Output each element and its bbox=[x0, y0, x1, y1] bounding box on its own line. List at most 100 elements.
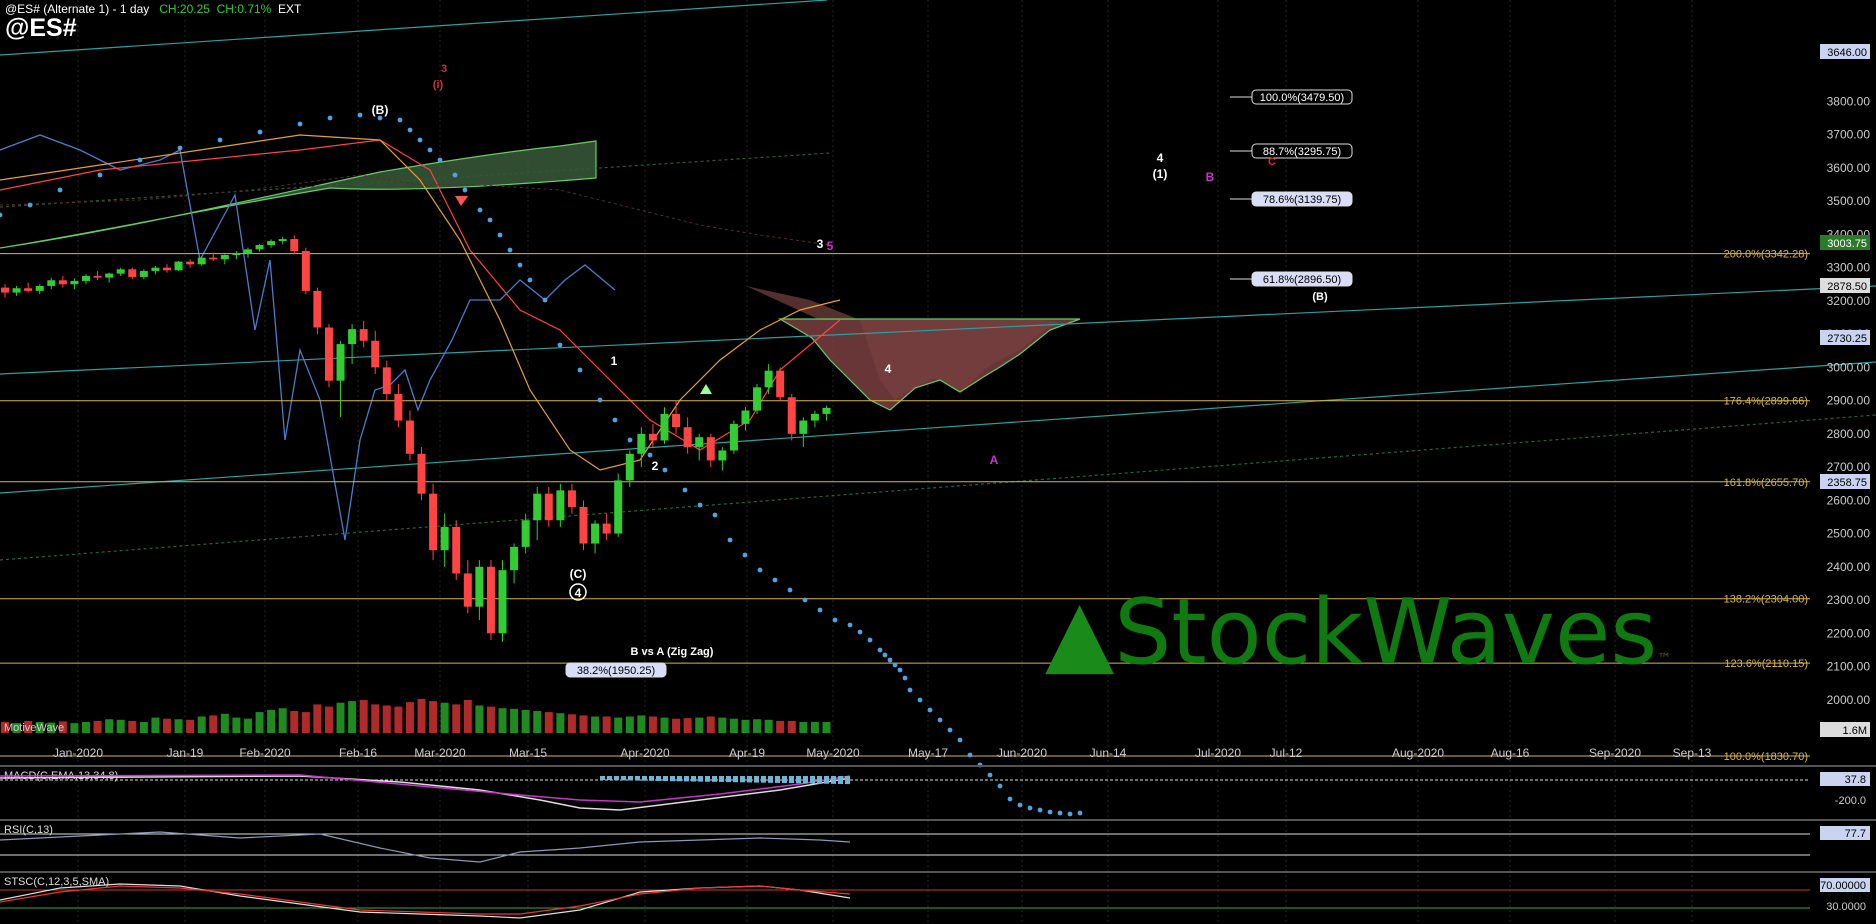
psar-dot bbox=[882, 652, 888, 658]
candle-body bbox=[93, 275, 102, 278]
wave-label: (C) bbox=[570, 567, 587, 581]
psar-dot bbox=[917, 697, 923, 703]
y-tick-label: 3800.00 bbox=[1827, 94, 1871, 108]
macd-histogram-bar bbox=[642, 776, 647, 781]
psar-dot bbox=[452, 172, 458, 178]
volume-bar bbox=[336, 702, 345, 733]
volume-bar bbox=[591, 716, 600, 733]
candle-body bbox=[220, 255, 229, 260]
volume-bar bbox=[394, 706, 403, 733]
candle-body bbox=[822, 407, 831, 414]
volume-bar bbox=[648, 716, 657, 733]
x-tick-label: Jun-14 bbox=[1090, 746, 1127, 760]
rsi-line bbox=[0, 831, 851, 863]
price-tag: 3646.00 bbox=[1827, 47, 1867, 59]
candle-body bbox=[799, 420, 808, 434]
volume-bar bbox=[718, 717, 727, 733]
candle-body bbox=[498, 570, 507, 634]
candle-body bbox=[776, 370, 785, 398]
psar-dot bbox=[437, 157, 443, 163]
candle-body bbox=[637, 433, 646, 454]
psar-dot bbox=[757, 567, 763, 573]
candle-body bbox=[718, 450, 727, 461]
volume-bar bbox=[429, 701, 438, 733]
macd-histogram-bar bbox=[803, 776, 808, 784]
psar-dot bbox=[1017, 802, 1023, 808]
price-tag: 2358.75 bbox=[1827, 477, 1867, 489]
blue-oscillator-line bbox=[0, 134, 616, 541]
price-chart[interactable]: 200.0%(3342.28) 176.4%(2899.66) 161.8%(265… bbox=[0, 0, 1876, 924]
psar-dot bbox=[397, 117, 403, 123]
candle-body bbox=[197, 257, 206, 265]
trend-channel-line bbox=[0, 361, 1876, 494]
psar-dot bbox=[557, 342, 563, 348]
psar-dot bbox=[787, 587, 793, 593]
macd-histogram-bar bbox=[810, 776, 815, 784]
volume-bar bbox=[197, 716, 206, 733]
volume-bar bbox=[324, 706, 333, 733]
candle-body bbox=[787, 397, 796, 434]
x-tick-label: Jul-12 bbox=[1270, 746, 1303, 760]
macd-histogram-bar bbox=[761, 776, 766, 783]
wave-label: 3 bbox=[817, 237, 824, 251]
psar-dot bbox=[742, 552, 748, 558]
psar-dot bbox=[0, 212, 3, 218]
fib-level-label: 161.8%(2655.70) bbox=[1724, 477, 1808, 489]
macd-histogram-bar bbox=[719, 776, 724, 782]
volume-bar bbox=[128, 720, 137, 733]
wave-label: (B) bbox=[1312, 291, 1328, 303]
volume-bar bbox=[371, 704, 380, 733]
macd-histogram-bar bbox=[824, 776, 829, 784]
candle-body bbox=[521, 520, 530, 547]
volume-bar bbox=[348, 701, 357, 733]
price-tag: 1.6M bbox=[1843, 725, 1867, 737]
wave-label: 2 bbox=[652, 459, 659, 473]
candle-body bbox=[47, 280, 56, 286]
y-tick-label: 2400.00 bbox=[1827, 560, 1871, 574]
y-tick-label: 2800.00 bbox=[1827, 427, 1871, 441]
y-tick-label: 2300.00 bbox=[1827, 593, 1871, 607]
candle-body bbox=[567, 490, 576, 507]
candle-body bbox=[475, 566, 484, 607]
candle-body bbox=[359, 329, 368, 341]
psar-dot bbox=[847, 622, 853, 628]
y-tick-label: 2000.00 bbox=[1827, 693, 1871, 707]
wave-label-4: 4 bbox=[575, 586, 582, 600]
symbol-label: @ES# bbox=[5, 14, 77, 42]
indicator-value: 70.00000 bbox=[1820, 880, 1866, 892]
volume-bar bbox=[753, 719, 762, 733]
psar-dot bbox=[217, 137, 223, 143]
psar-dot bbox=[967, 752, 973, 758]
volume-bar bbox=[313, 704, 322, 733]
psar-dot bbox=[957, 737, 963, 743]
psar-dot bbox=[927, 707, 933, 713]
candle-body bbox=[510, 546, 519, 571]
volume-bar bbox=[417, 698, 426, 733]
volume-bar bbox=[602, 716, 611, 733]
macd-histogram-bar bbox=[614, 776, 619, 781]
psar-dot bbox=[887, 657, 893, 663]
wave-label: C bbox=[1268, 156, 1276, 168]
macd-histogram-bar bbox=[796, 776, 801, 784]
x-tick-label: Apr-2020 bbox=[620, 746, 670, 760]
fib-level-label: 123.6%(2110.15) bbox=[1724, 658, 1808, 670]
x-tick-label: Aug-16 bbox=[1491, 746, 1530, 760]
macd-histogram-bar bbox=[607, 776, 612, 781]
psar-dot bbox=[487, 217, 493, 223]
psar-dot bbox=[647, 452, 653, 458]
x-tick-label: Feb-2020 bbox=[239, 746, 291, 760]
wave-label: 3 bbox=[441, 63, 447, 75]
macd-histogram-bar bbox=[789, 776, 794, 784]
volume-bar bbox=[625, 716, 634, 733]
x-tick-label: Jan-19 bbox=[167, 746, 204, 760]
psar-dot bbox=[892, 662, 898, 668]
psar-dot bbox=[477, 207, 483, 213]
macd-histogram-bar bbox=[712, 776, 717, 782]
macd-histogram-bar bbox=[740, 776, 745, 783]
candle-body bbox=[648, 433, 657, 441]
psar-dot bbox=[802, 597, 808, 603]
psar-dot bbox=[407, 127, 413, 133]
candle-body bbox=[614, 480, 623, 534]
wave-label: 1 bbox=[611, 354, 618, 368]
y-tick-label: 3600.00 bbox=[1827, 161, 1871, 175]
